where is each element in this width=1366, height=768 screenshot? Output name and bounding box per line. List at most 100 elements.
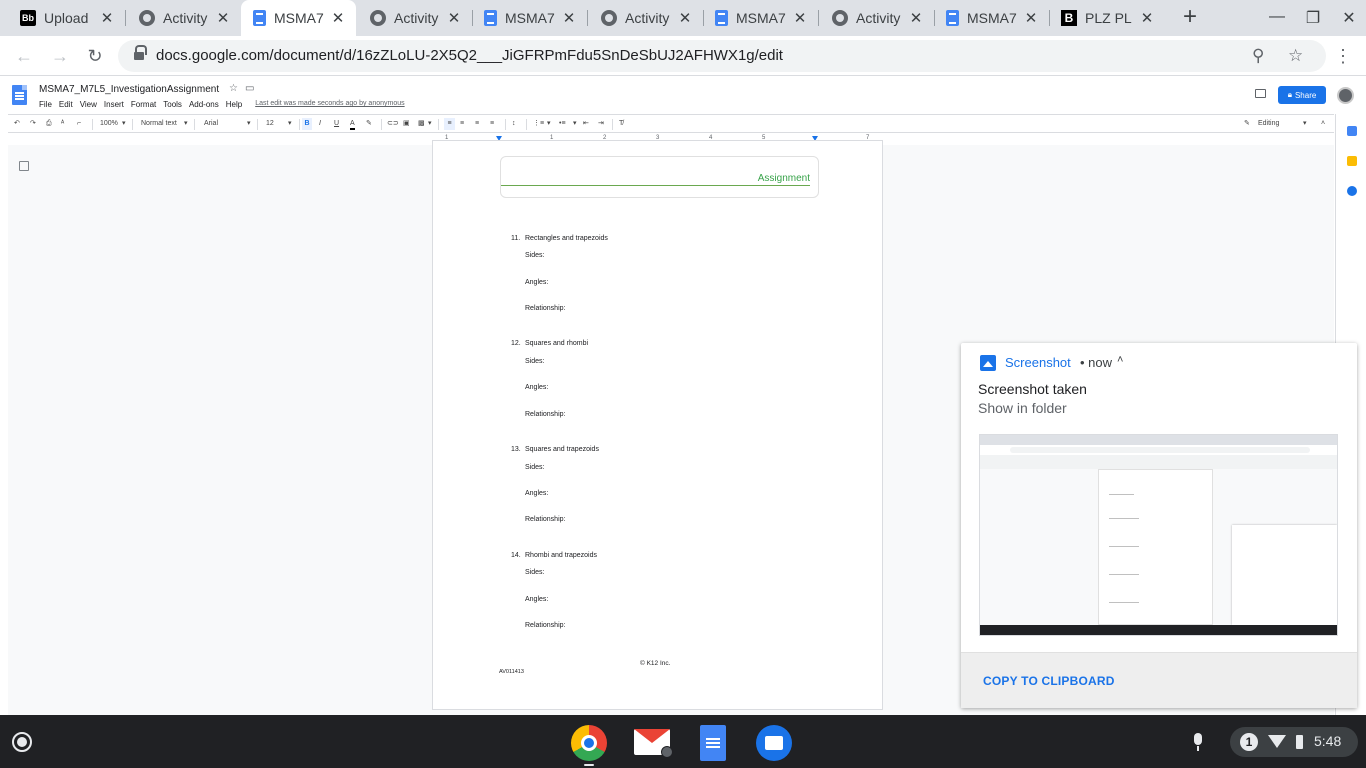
close-icon[interactable]: ✕ [1023,9,1039,27]
close-icon[interactable]: ✕ [330,9,346,27]
close-icon[interactable]: ✕ [1139,9,1155,27]
screenshot-thumbnail[interactable] [979,434,1338,636]
chevron-up-icon[interactable]: ˄ [1117,354,1123,366]
redo-icon[interactable]: ↷ [30,118,36,130]
angles-field[interactable]: Angles: [525,279,548,286]
bulleted-list-icon[interactable]: •≡ [559,118,566,130]
tab-activity-4[interactable]: Activity ✕ [818,0,934,36]
sides-field[interactable]: Sides: [525,252,544,259]
close-icon[interactable]: ✕ [677,9,693,27]
style-select[interactable]: Normal text [141,118,177,130]
document-page[interactable]: Assignment 11. Rectangles and trapezoids … [432,140,883,710]
font-select[interactable]: Arial [204,118,218,130]
menu-help[interactable]: Help [226,100,242,109]
launcher-icon[interactable] [12,732,32,752]
show-in-folder-text[interactable]: Show in folder [978,400,1067,416]
relationship-field[interactable]: Relationship: [525,411,565,418]
kebab-menu-icon[interactable]: ⋮ [1332,45,1354,67]
chevron-down-icon[interactable]: ▾ [247,118,251,130]
menu-view[interactable]: View [80,100,97,109]
screenshot-notification[interactable]: Screenshot • now ˄ Screenshot taken Show… [961,343,1357,708]
docs-logo-icon[interactable] [12,85,27,105]
chevron-down-icon[interactable]: ▾ [184,118,188,130]
spellcheck-icon[interactable]: ᴬ [61,118,64,130]
close-icon[interactable]: ✕ [561,9,577,27]
insert-image-icon[interactable]: ▩ [418,118,425,130]
angles-field[interactable]: Angles: [525,490,548,497]
undo-icon[interactable]: ↶ [14,118,20,130]
angles-field[interactable]: Angles: [525,384,548,391]
font-size-select[interactable]: 12 [266,118,274,130]
decrease-indent-icon[interactable]: ⇤ [583,118,589,130]
gmail-icon[interactable] [634,729,673,758]
close-icon[interactable]: ✕ [215,9,231,27]
tab-msma7-4[interactable]: MSMA7 ✕ [934,0,1049,36]
question-title[interactable]: 11. Rectangles and trapezoids [511,235,608,242]
align-left-icon[interactable]: ≡ [444,118,455,130]
tab-plz[interactable]: B PLZ PL ✕ [1049,0,1165,36]
status-tray[interactable]: 1 5:48 [1230,727,1358,757]
reload-icon[interactable]: ↻ [84,45,106,67]
paint-format-icon[interactable]: ⌐ [77,118,81,130]
minimize-icon[interactable]: — [1267,8,1287,26]
question-title[interactable]: 12. Squares and rhombi [511,340,588,347]
text-color-button[interactable]: A [350,118,355,130]
tasks-icon[interactable] [1347,186,1357,196]
tab-activity-3[interactable]: Activity ✕ [587,0,703,36]
angles-field[interactable]: Angles: [525,596,548,603]
close-icon[interactable]: ✕ [792,9,808,27]
close-window-icon[interactable]: ✕ [1339,8,1359,28]
chevron-down-icon[interactable]: ▾ [1303,118,1307,130]
tab-msma7-3[interactable]: MSMA7 ✕ [703,0,818,36]
move-folder-icon[interactable]: ▭ [245,83,254,94]
star-icon[interactable]: ☆ [229,83,238,94]
sides-field[interactable]: Sides: [525,464,544,471]
close-icon[interactable]: ✕ [908,9,924,27]
highlight-icon[interactable]: ✎ [366,118,372,130]
chevron-down-icon[interactable]: ▾ [428,118,432,130]
tab-activity-2[interactable]: Activity ✕ [356,0,472,36]
new-tab-button[interactable]: + [1178,5,1202,30]
copy-to-clipboard-button[interactable]: COPY TO CLIPBOARD [983,674,1115,688]
sides-field[interactable]: Sides: [525,569,544,576]
numbered-list-icon[interactable]: ⋮≡ [533,118,544,130]
bold-button[interactable]: B [302,118,312,130]
menu-edit[interactable]: Edit [59,100,73,109]
google-docs-icon[interactable] [700,725,726,761]
line-spacing-icon[interactable]: ↕ [512,118,516,130]
tab-activity-1[interactable]: Activity ✕ [119,0,241,36]
tab-msma7-2[interactable]: MSMA7 ✕ [472,0,587,36]
share-button[interactable]: 🔒︎ Share [1278,86,1326,104]
tab-msma7-active[interactable]: MSMA7 ✕ [241,0,356,36]
align-justify-icon[interactable]: ≡ [490,118,494,130]
keep-icon[interactable] [1347,156,1357,166]
microphone-icon[interactable] [1188,732,1208,752]
clear-formatting-icon[interactable]: T̸ [619,118,623,130]
question-title[interactable]: 14. Rhombi and trapezoids [511,552,597,559]
restore-icon[interactable]: ❐ [1303,8,1323,28]
italic-button[interactable]: I [319,118,321,130]
link-icon[interactable]: ⊂⊃ [387,118,399,130]
close-icon[interactable]: ✕ [446,9,462,27]
underline-button[interactable]: U [334,118,339,130]
tab-upload[interactable]: Bb Upload ✕ [0,0,125,36]
back-arrow-icon[interactable]: ← [13,45,35,67]
relationship-field[interactable]: Relationship: [525,516,565,523]
doc-title[interactable]: MSMA7_M7L5_InvestigationAssignment [39,84,219,95]
address-bar[interactable]: docs.google.com/document/d/16zZLoLU-2X5Q… [118,40,1326,72]
avatar[interactable] [1337,87,1354,104]
comment-history-icon[interactable] [1255,89,1266,98]
question-title[interactable]: 13. Squares and trapezoids [511,446,599,453]
relationship-field[interactable]: Relationship: [525,622,565,629]
menu-tools[interactable]: Tools [163,100,182,109]
zoom-select[interactable]: 100% [100,118,118,130]
align-center-icon[interactable]: ≡ [460,118,464,130]
close-icon[interactable]: ✕ [99,9,115,27]
print-icon[interactable]: ⎙ [46,118,52,130]
insert-comment-icon[interactable]: ▣ [403,118,410,130]
menu-format[interactable]: Format [131,100,156,109]
sides-field[interactable]: Sides: [525,358,544,365]
last-edit-link[interactable]: Last edit was made seconds ago by anonym… [255,100,404,109]
chevron-down-icon[interactable]: ▾ [547,118,551,130]
forward-arrow-icon[interactable]: → [49,45,71,67]
